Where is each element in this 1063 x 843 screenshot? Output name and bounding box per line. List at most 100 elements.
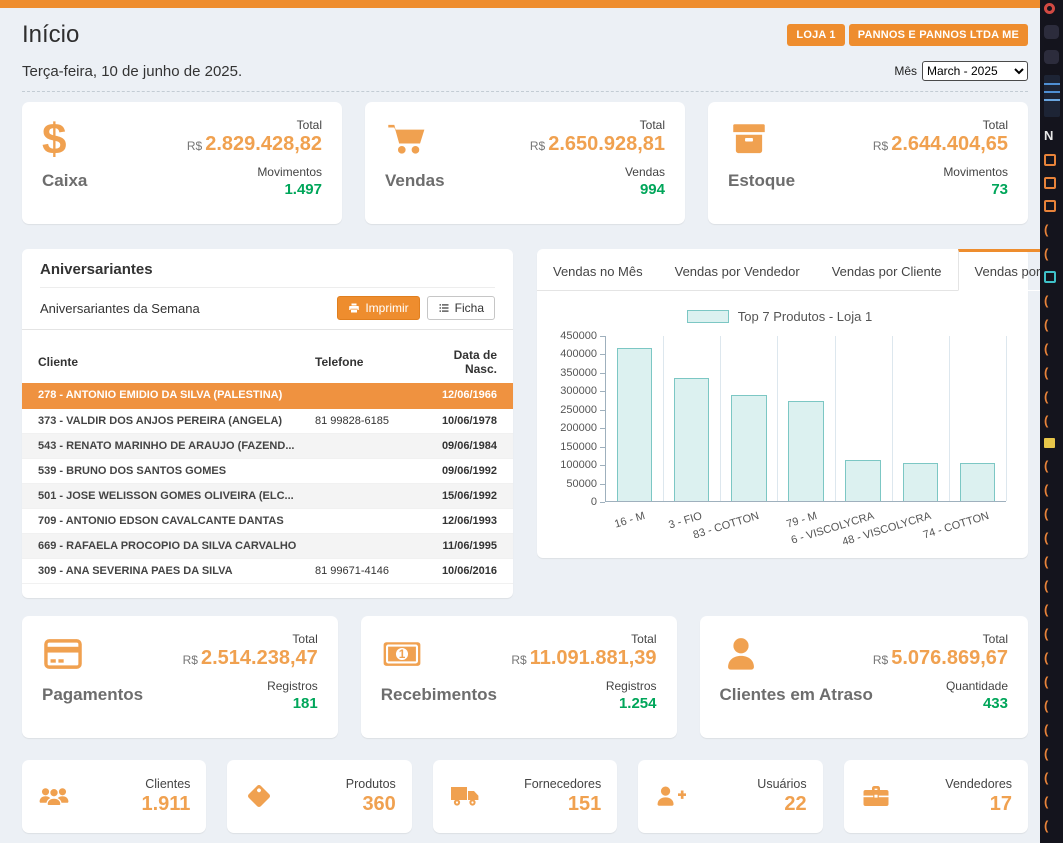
orange-glyph-icon: (: [1044, 699, 1048, 712]
total-label: Total: [169, 632, 318, 646]
summary-cards-top-row: $CaixaTotalR$2.829.428,82Movimentos1.497…: [22, 102, 1028, 224]
mini-chart-icon: [1044, 75, 1060, 117]
bar-74---cotton: [960, 463, 995, 501]
client-birthdate: 15/06/1992: [417, 483, 513, 508]
orange-glyph-icon: (: [1044, 223, 1048, 236]
count-value: 181: [169, 695, 318, 712]
orange-glyph-icon: (: [1044, 247, 1048, 260]
card-title: Recebimentos: [381, 685, 508, 705]
summary-card-estoque: EstoqueTotalR$2.644.404,65Movimentos73: [708, 102, 1028, 224]
count-label: Movimentos: [857, 165, 1008, 179]
count-label: Movimentos: [171, 165, 322, 179]
birthday-row[interactable]: 543 - RENATO MARINHO DE ARAUJO (FAZEND..…: [22, 433, 513, 458]
tab-vendas-por-vendedor[interactable]: Vendas por Vendedor: [659, 249, 816, 291]
client-phone: 81 99671-4146: [299, 558, 417, 583]
date-row: Terça-feira, 10 de junho de 2025. Mês Ma…: [22, 61, 1028, 92]
bar-83---cotton: [731, 395, 766, 501]
client-name: 543 - RENATO MARINHO DE ARAUJO (FAZEND..…: [22, 433, 299, 458]
yellow-box-icon: [1044, 438, 1055, 448]
count-card-label: Fornecedores: [481, 777, 601, 791]
dollar-icon: $: [42, 115, 171, 165]
y-tick-label: 350000: [560, 367, 597, 379]
total-value: R$2.829.428,82: [171, 133, 322, 156]
birthday-row[interactable]: 373 - VALDIR DOS ANJOS PEREIRA (ANGELA)8…: [22, 408, 513, 433]
legend-label: Top 7 Produtos - Loja 1: [738, 309, 872, 324]
store-badge[interactable]: LOJA 1: [787, 24, 844, 46]
birthdays-subtitle: Aniversariantes da Semana: [40, 301, 200, 316]
bar-48---viscolycra: [903, 463, 938, 501]
store-badges: LOJA 1 PANNOS E PANNOS LTDA ME: [787, 24, 1028, 46]
count-card-value: 1.911: [70, 793, 190, 816]
count-card-vendedores: Vendedores17: [844, 760, 1028, 833]
summary-card-vendas: VendasTotalR$2.650.928,81Vendas994: [365, 102, 685, 224]
x-tick-label: 74 - COTTON: [921, 510, 990, 541]
letter-badge: N: [1044, 128, 1053, 143]
count-value: 1.497: [171, 181, 322, 198]
list-icon: [438, 302, 450, 314]
total-value: R$11.091.881,39: [508, 647, 657, 670]
client-name: 373 - VALDIR DOS ANJOS PEREIRA (ANGELA): [22, 408, 299, 433]
tag-icon: [243, 781, 275, 811]
orange-glyph-icon: (: [1044, 771, 1048, 784]
sales-tabs: Vendas no MêsVendas por VendedorVendas p…: [537, 249, 1028, 291]
svg-text:1: 1: [398, 647, 405, 661]
client-birthdate: 10/06/2016: [417, 558, 513, 583]
birthday-row[interactable]: 501 - JOSE WELISSON GOMES OLIVEIRA (ELC.…: [22, 483, 513, 508]
client-phone: [299, 533, 417, 558]
count-card-label: Usuários: [686, 777, 806, 791]
birthday-row[interactable]: 278 - ANTONIO EMIDIO DA SILVA (PALESTINA…: [22, 383, 513, 408]
birthday-row[interactable]: 709 - ANTONIO EDSON CAVALCANTE DANTAS 12/…: [22, 508, 513, 533]
card-title: Vendas: [385, 171, 514, 191]
y-tick-label: 250000: [560, 404, 597, 416]
orange-glyph-icon: (: [1044, 483, 1048, 496]
gridline: [663, 336, 664, 501]
top-navbar: [0, 0, 1040, 8]
birthday-row[interactable]: 669 - RAFAELA PROCOPIO DA SILVA CARVALHO…: [22, 533, 513, 558]
orange-glyph-icon: (: [1044, 819, 1048, 832]
credit-card-icon: [42, 629, 169, 679]
company-badge[interactable]: PANNOS E PANNOS LTDA ME: [849, 24, 1028, 46]
birthdays-table: Cliente Telefone Data de Nasc. 278 - ANT…: [22, 343, 513, 584]
x-tick-label: 16 - M: [613, 510, 646, 531]
client-birthdate: 12/06/1993: [417, 508, 513, 533]
count-card-label: Clientes: [70, 777, 190, 791]
month-select[interactable]: March - 2025: [922, 61, 1028, 81]
bar-16---m: [617, 348, 652, 501]
print-button[interactable]: Imprimir: [337, 296, 419, 320]
bar-chart: 0500001000001500002000002500003000003500…: [553, 336, 1006, 502]
client-phone: [299, 508, 417, 533]
chart-plot-area: [605, 336, 1006, 502]
orange-glyph-icon: (: [1044, 294, 1048, 307]
summary-card-caixa: $CaixaTotalR$2.829.428,82Movimentos1.497: [22, 102, 342, 224]
ficha-button[interactable]: Ficha: [427, 296, 495, 320]
client-name: 709 - ANTONIO EDSON CAVALCANTE DANTAS: [22, 508, 299, 533]
col-header-data-nasc: Data de Nasc.: [417, 343, 513, 383]
orange-glyph-icon: (: [1044, 366, 1048, 379]
orange-glyph-icon: (: [1044, 603, 1048, 616]
legend-swatch: [687, 310, 729, 323]
tab-vendas-no-mês[interactable]: Vendas no Mês: [537, 249, 659, 291]
user-icon: [720, 629, 853, 679]
count-label: Quantidade: [852, 679, 1008, 693]
count-value: 433: [852, 695, 1008, 712]
count-label: Registros: [169, 679, 318, 693]
total-label: Total: [852, 632, 1008, 646]
total-value: R$2.650.928,81: [514, 133, 665, 156]
orange-glyph-icon: (: [1044, 723, 1048, 736]
total-label: Total: [508, 632, 657, 646]
orange-glyph-icon: (: [1044, 651, 1048, 664]
tab-vendas-por-cliente[interactable]: Vendas por Cliente: [816, 249, 958, 291]
orange-glyph-icon: (: [1044, 531, 1048, 544]
gridline: [949, 336, 950, 501]
count-label: Vendas: [514, 165, 665, 179]
birthday-row[interactable]: 539 - BRUNO DOS SANTOS GOMES09/06/1992: [22, 458, 513, 483]
orange-glyph-icon: (: [1044, 627, 1048, 640]
count-card-produtos: Produtos360: [227, 760, 411, 833]
client-birthdate: 09/06/1984: [417, 433, 513, 458]
birthday-row[interactable]: 309 - ANA SEVERINA PAES DA SILVA81 99671…: [22, 558, 513, 583]
count-value: 1.254: [508, 695, 657, 712]
users-icon: [38, 781, 70, 811]
user-plus-icon: [654, 781, 686, 811]
background-window-strip: N((((((((((((((((((((((((: [1040, 0, 1063, 843]
orange-glyph-icon: (: [1044, 579, 1048, 592]
